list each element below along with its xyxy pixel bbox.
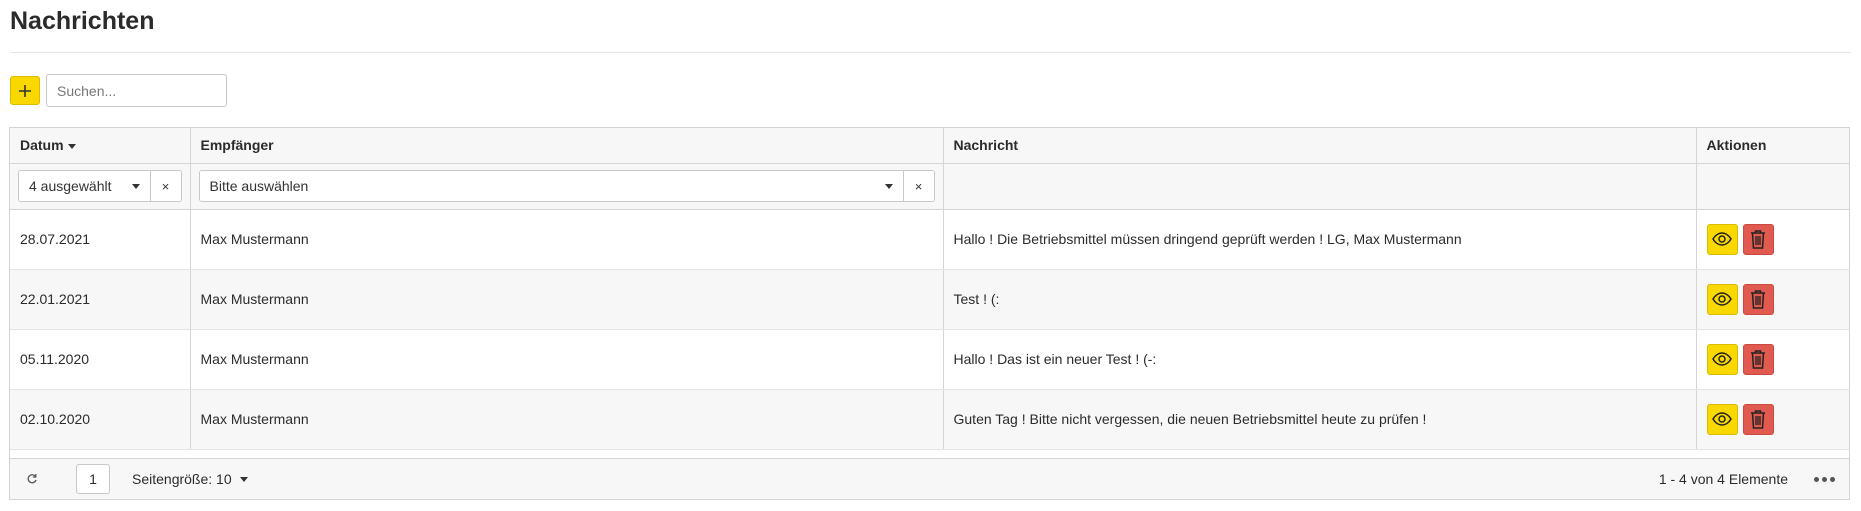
cell-nachricht: Guten Tag ! Bitte nicht vergessen, die n… (943, 389, 1697, 450)
column-header-label: Nachricht (953, 137, 1019, 154)
cell-empfaenger: Max Mustermann (190, 389, 944, 450)
eye-icon (1712, 232, 1732, 246)
cell-datum: 02.10.2020 (10, 389, 191, 450)
table-row[interactable]: 28.07.2021 Max Mustermann Hallo ! Die Betr… (10, 209, 1850, 270)
toolbar (10, 74, 227, 107)
table-row[interactable]: 02.10.2020 Max Mustermann Guten Tag ! Bitt… (10, 389, 1850, 450)
cell-empfaenger: Max Mustermann (190, 269, 944, 330)
delete-button[interactable] (1742, 343, 1774, 375)
cell-nachricht: Hallo ! Die Betriebsmittel müssen dringe… (943, 209, 1697, 270)
empfaenger-filter-value: Bitte auswählen (209, 178, 309, 194)
delete-button[interactable] (1742, 403, 1774, 435)
view-button[interactable] (1706, 223, 1738, 255)
cell-nachricht: Test ! (: (943, 269, 1697, 330)
page-number: 1 (89, 471, 97, 487)
column-header-aktionen: Aktionen (1696, 128, 1849, 164)
item-count: 1 - 4 von 4 Elemente (1658, 471, 1788, 487)
filter-cell-empfaenger: Bitte auswählen × (190, 163, 944, 210)
page: Nachrichten Datum Empfänger (0, 0, 1861, 511)
filter-cell-aktionen (1696, 163, 1850, 210)
page-number-button[interactable]: 1 (76, 464, 110, 494)
datum-filter-clear-button[interactable]: × (149, 171, 181, 201)
row-actions (1706, 223, 1839, 255)
cell-datum: 22.01.2021 (10, 269, 191, 330)
trash-icon (1751, 350, 1765, 369)
empfaenger-filter: Bitte auswählen × (198, 170, 935, 202)
trash-icon (1751, 290, 1765, 309)
datum-filter-select[interactable]: 4 ausgewählt (19, 171, 150, 201)
column-header-label: Aktionen (1706, 137, 1767, 154)
view-button[interactable] (1706, 343, 1738, 375)
chevron-down-icon (239, 476, 248, 482)
eye-icon (1712, 352, 1732, 366)
empfaenger-filter-clear-button[interactable]: × (902, 171, 934, 201)
view-button[interactable] (1706, 403, 1738, 435)
filter-cell-nachricht (943, 163, 1697, 210)
page-title: Nachrichten (10, 7, 155, 35)
header-row: Datum Empfänger Nachricht Aktionen (10, 128, 1849, 164)
trash-icon (1751, 410, 1765, 429)
datum-filter: 4 ausgewählt × (18, 170, 182, 202)
column-header-label: Datum (20, 137, 64, 154)
search-input[interactable] (46, 74, 227, 107)
cell-empfaenger: Max Mustermann (190, 329, 944, 390)
more-options-button[interactable] (1814, 476, 1835, 482)
delete-button[interactable] (1742, 223, 1774, 255)
page-size-label: Seitengröße: 10 (132, 471, 232, 487)
cell-aktionen (1696, 389, 1850, 450)
cell-empfaenger: Max Mustermann (190, 209, 944, 270)
chevron-down-icon (884, 183, 893, 189)
refresh-button[interactable] (24, 471, 40, 487)
eye-icon (1712, 292, 1732, 306)
cell-datum: 28.07.2021 (10, 209, 191, 270)
cell-datum: 05.11.2020 (10, 329, 191, 390)
title-divider (10, 52, 1851, 53)
filter-row: 4 ausgewählt × Bitte auswählen × (10, 163, 1850, 210)
cell-aktionen (1696, 329, 1850, 390)
close-icon: × (161, 178, 170, 194)
table-row[interactable]: 22.01.2021 Max Mustermann Test ! (: (10, 269, 1850, 330)
messages-table: Datum Empfänger Nachricht Aktionen 4 aus… (10, 128, 1850, 450)
eye-icon (1712, 412, 1732, 426)
sort-descending-icon (67, 144, 76, 150)
cell-aktionen (1696, 209, 1850, 270)
datum-filter-value: 4 ausgewählt (29, 178, 112, 194)
row-actions (1706, 403, 1839, 435)
filter-cell-datum: 4 ausgewählt × (10, 163, 191, 210)
table-row[interactable]: 05.11.2020 Max Mustermann Hallo ! Das ist … (10, 329, 1850, 390)
row-actions (1706, 343, 1839, 375)
column-header-empfaenger[interactable]: Empfänger (190, 128, 944, 164)
trash-icon (1751, 230, 1765, 249)
cell-aktionen (1696, 269, 1850, 330)
ellipsis-dot (1830, 476, 1835, 482)
row-actions (1706, 283, 1839, 315)
view-button[interactable] (1706, 283, 1738, 315)
empfaenger-filter-select[interactable]: Bitte auswählen (199, 171, 903, 201)
close-icon: × (914, 178, 923, 194)
table-body: 28.07.2021 Max Mustermann Hallo ! Die Betr… (10, 209, 1850, 450)
refresh-icon (27, 474, 37, 484)
column-header-datum[interactable]: Datum (10, 128, 191, 164)
pager: 1 Seitengröße: 10 1 - 4 von 4 Elemente (10, 458, 1849, 499)
column-header-nachricht[interactable]: Nachricht (943, 128, 1697, 164)
page-size-dropdown[interactable]: Seitengröße: 10 (132, 471, 248, 487)
ellipsis-dot (1822, 476, 1827, 482)
delete-button[interactable] (1742, 283, 1774, 315)
chevron-down-icon (131, 183, 140, 189)
ellipsis-icon (1814, 476, 1819, 482)
cell-nachricht: Hallo ! Das ist ein neuer Test ! (-: (943, 329, 1697, 390)
column-header-label: Empfänger (200, 137, 274, 154)
messages-grid: Datum Empfänger Nachricht Aktionen 4 aus… (9, 127, 1850, 500)
plus-icon (19, 84, 31, 97)
add-message-button[interactable] (10, 76, 40, 105)
